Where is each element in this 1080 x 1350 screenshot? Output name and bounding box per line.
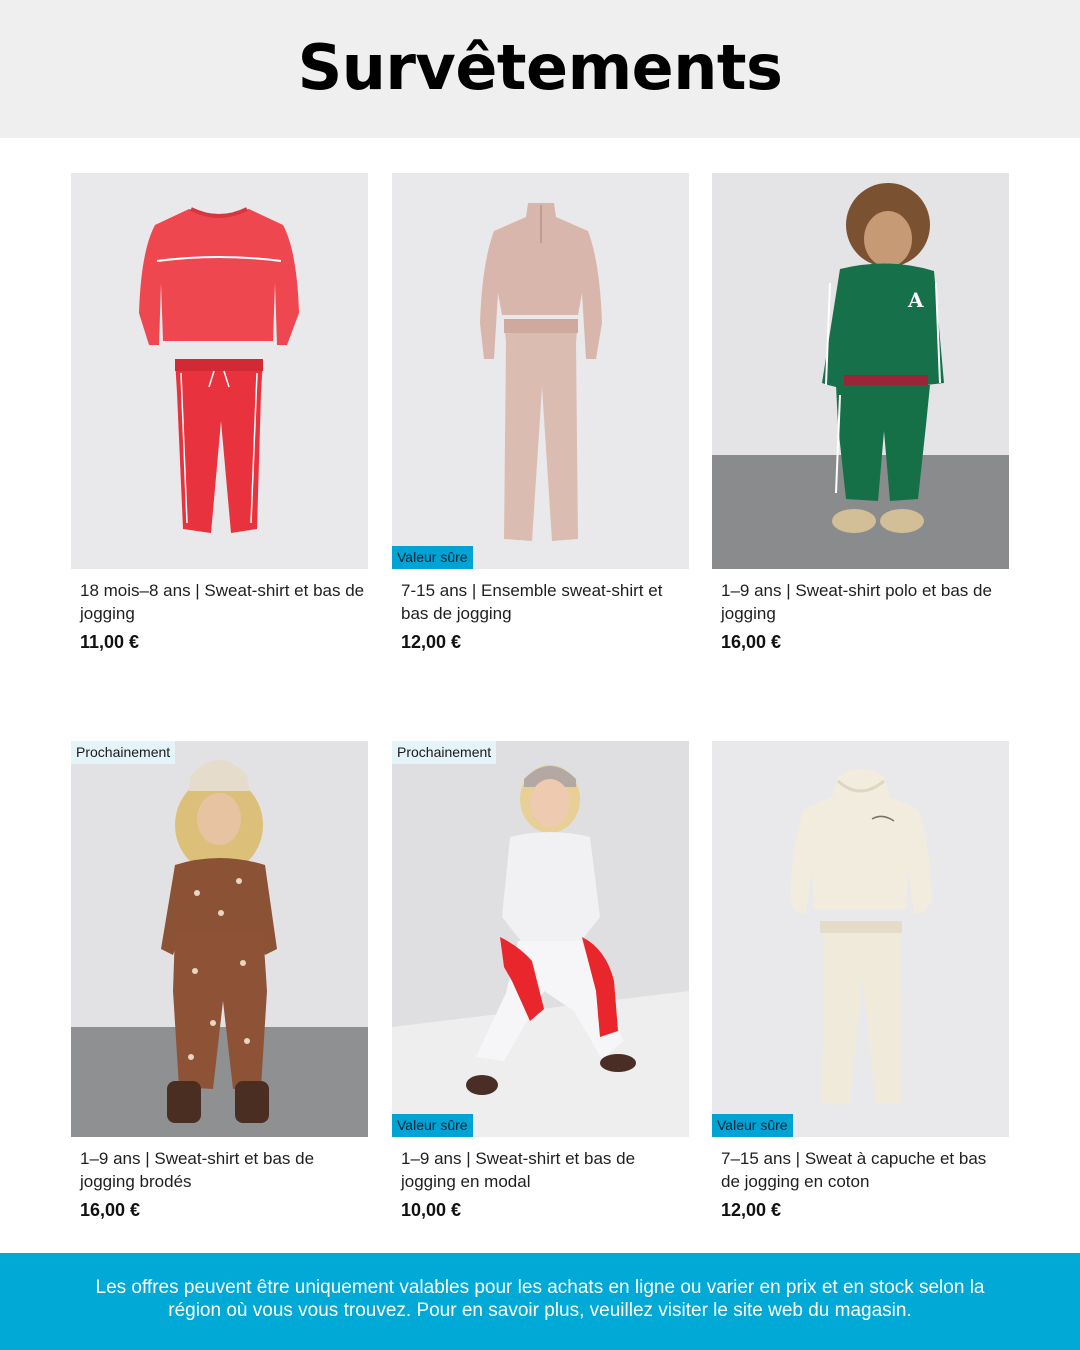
product-image[interactable]: A bbox=[712, 173, 1009, 569]
product-image[interactable] bbox=[71, 173, 368, 569]
product-image[interactable]: Valeur sûre bbox=[712, 741, 1009, 1137]
product-image[interactable]: Prochainement Valeur sûre bbox=[392, 741, 689, 1137]
product-card[interactable]: Prochainement Valeur sûre 1–9 ans | Swea… bbox=[392, 741, 689, 1221]
product-price: 12,00 € bbox=[721, 1200, 782, 1220]
disclaimer-banner: Les offres peuvent être uniquement valab… bbox=[0, 1253, 1080, 1350]
product-price: 16,00 € bbox=[80, 1200, 141, 1220]
coming-soon-badge: Prochainement bbox=[392, 741, 497, 764]
disclaimer-text: Les offres peuvent être uniquement valab… bbox=[95, 1277, 985, 1321]
product-card[interactable]: A 1–9 ans | Sweat-shirt polo et bas de j… bbox=[712, 173, 1009, 653]
product-title[interactable]: 1–9 ans | Sweat-shirt et bas de jogging … bbox=[80, 1147, 365, 1193]
value-badge: Valeur sûre bbox=[712, 1114, 793, 1137]
product-title[interactable]: 1–9 ans | Sweat-shirt polo et bas de jog… bbox=[721, 579, 1006, 625]
product-price: 11,00 € bbox=[80, 632, 140, 652]
product-title[interactable]: 7-15 ans | Ensemble sweat-shirt et bas d… bbox=[401, 579, 686, 625]
product-title[interactable]: 1–9 ans | Sweat-shirt et bas de jogging … bbox=[401, 1147, 686, 1193]
product-title[interactable]: 7–15 ans | Sweat à capuche et bas de jog… bbox=[721, 1147, 1006, 1193]
product-price: 16,00 € bbox=[721, 632, 782, 652]
product-card[interactable]: Valeur sûre 7–15 ans | Sweat à capuche e… bbox=[712, 741, 1009, 1221]
value-badge: Valeur sûre bbox=[392, 1114, 473, 1137]
product-price: 12,00 € bbox=[401, 632, 462, 652]
svg-text:A: A bbox=[907, 288, 924, 312]
page-title: Survêtements bbox=[297, 31, 783, 104]
page-header: Survêtements bbox=[0, 0, 1080, 138]
product-title[interactable]: 18 mois–8 ans | Sweat-shirt et bas de jo… bbox=[80, 579, 365, 625]
product-card[interactable]: Valeur sûre 7-15 ans | Ensemble sweat-sh… bbox=[392, 173, 689, 653]
product-image[interactable]: Valeur sûre bbox=[392, 173, 689, 569]
value-badge: Valeur sûre bbox=[392, 546, 473, 569]
coming-soon-badge: Prochainement bbox=[71, 741, 176, 764]
product-price: 10,00 € bbox=[401, 1200, 462, 1220]
product-card[interactable]: 18 mois–8 ans | Sweat-shirt et bas de jo… bbox=[71, 173, 368, 653]
product-image[interactable]: Prochainement bbox=[71, 741, 368, 1137]
product-card[interactable]: Prochainement 1–9 ans | Sweat-shirt et b… bbox=[71, 741, 368, 1221]
